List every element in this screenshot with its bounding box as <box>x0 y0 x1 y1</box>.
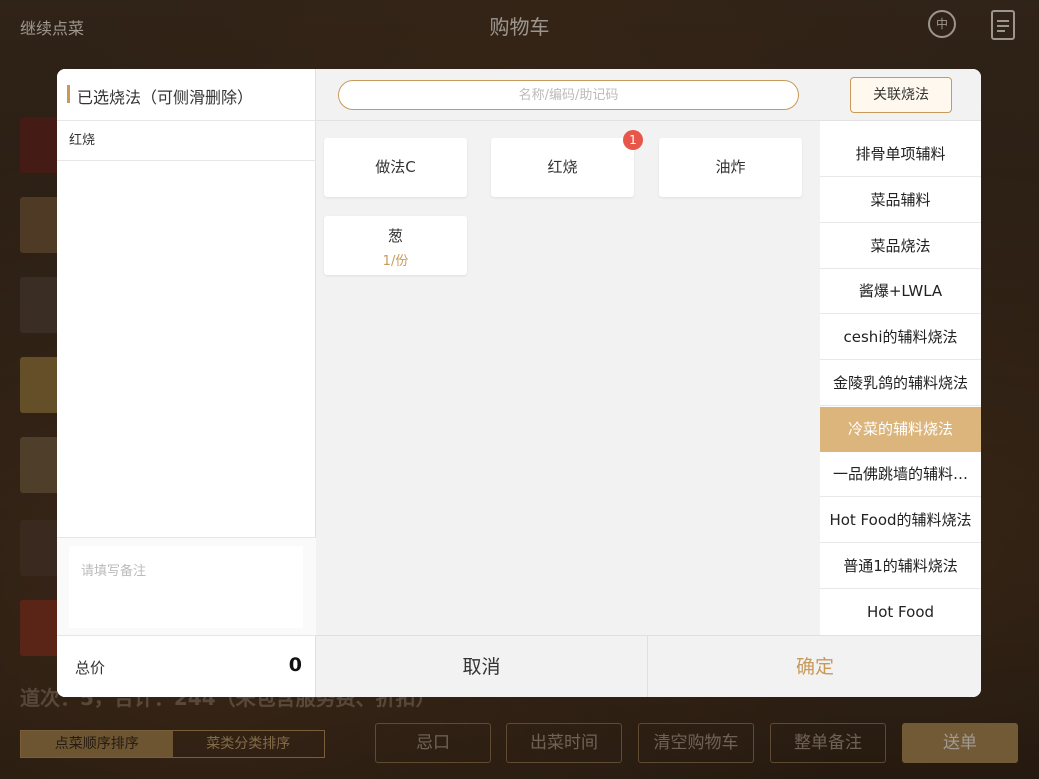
category-item[interactable]: ceshi的辅料烧法 <box>820 315 981 360</box>
selected-methods-title: 已选烧法（可侧滑删除） <box>77 88 254 107</box>
header-accent-bar <box>67 85 70 103</box>
category-item[interactable]: Hot Food的辅料烧法 <box>820 498 981 543</box>
method-name: 油炸 <box>715 158 746 176</box>
category-item[interactable]: 酱爆+LWLA <box>820 269 981 314</box>
search-bar: 关联烧法 <box>316 69 981 121</box>
method-name: 做法C <box>375 158 416 176</box>
remark-area <box>57 537 316 635</box>
category-item[interactable]: 普通1的辅料烧法 <box>820 544 981 589</box>
total-price-value: 0 <box>288 654 302 676</box>
selected-methods-panel: 已选烧法（可侧滑删除） 红烧 总价 0 <box>57 69 316 697</box>
dialog-footer: 取消 确定 <box>316 635 981 697</box>
total-price-label: 总价 <box>75 659 106 677</box>
method-card[interactable]: 红烧 1 <box>491 130 643 197</box>
associated-methods-button[interactable]: 关联烧法 <box>850 77 952 113</box>
total-price-row: 总价 0 <box>57 635 316 697</box>
method-card[interactable]: 做法C <box>324 138 467 197</box>
category-item[interactable]: Hot Food <box>820 590 981 635</box>
confirm-button[interactable]: 确定 <box>649 636 981 697</box>
method-name: 红烧 <box>547 158 578 176</box>
selected-count-badge: 1 <box>623 130 643 150</box>
method-card[interactable]: 葱 1/份 <box>324 216 467 275</box>
search-input[interactable] <box>338 80 799 110</box>
method-card[interactable]: 油炸 <box>659 138 802 197</box>
method-name: 葱 <box>387 227 403 245</box>
method-price: 1/份 <box>382 254 409 269</box>
category-item[interactable]: 菜品辅料 <box>820 178 981 223</box>
cancel-button[interactable]: 取消 <box>316 636 648 697</box>
selected-methods-header: 已选烧法（可侧滑删除） <box>57 69 316 121</box>
cooking-method-dialog: 已选烧法（可侧滑删除） 红烧 总价 0 做法C 红烧 1 油炸 葱 1/份 关联… <box>57 69 981 697</box>
category-item[interactable]: 一品佛跳墙的辅料… <box>820 452 981 497</box>
method-grid: 做法C 红烧 1 油炸 葱 1/份 <box>316 69 820 635</box>
category-item[interactable]: 排骨单项辅料 <box>820 132 981 177</box>
remark-input[interactable] <box>69 546 303 628</box>
category-list: 排骨单项辅料 菜品辅料 菜品烧法 酱爆+LWLA ceshi的辅料烧法 金陵乳鸽… <box>820 121 981 635</box>
category-item[interactable]: 菜品烧法 <box>820 224 981 269</box>
category-item-active[interactable]: 冷菜的辅料烧法 <box>820 407 981 452</box>
category-item[interactable]: 金陵乳鸽的辅料烧法 <box>820 361 981 406</box>
selected-method-item[interactable]: 红烧 <box>57 121 316 161</box>
